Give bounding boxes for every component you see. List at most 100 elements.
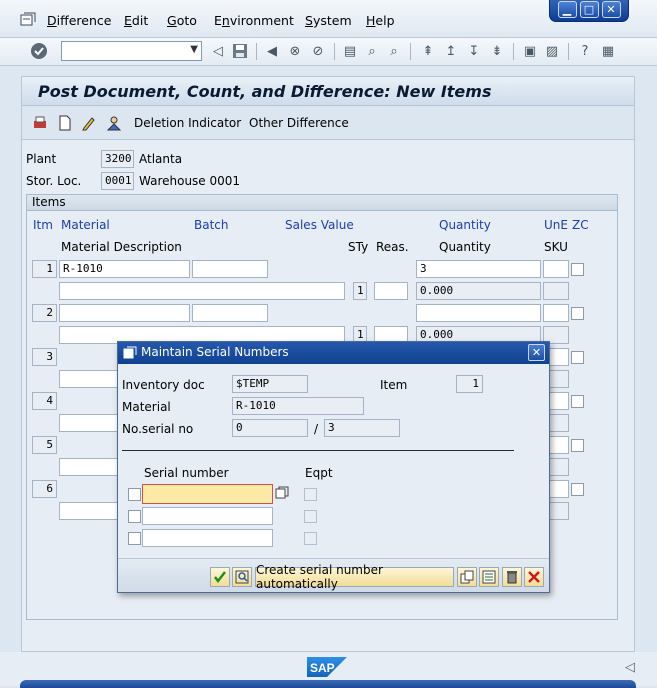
batch-input[interactable] <box>192 260 268 278</box>
item-number: 4 <box>32 392 57 410</box>
reason-input[interactable] <box>374 282 408 300</box>
zero-count-checkbox[interactable] <box>571 351 584 364</box>
material-input[interactable] <box>59 304 190 322</box>
save-icon[interactable] <box>232 43 248 59</box>
batch-input[interactable] <box>192 304 268 322</box>
minimize-icon[interactable]: ▁ <box>557 1 577 18</box>
user-icon[interactable] <box>106 115 122 131</box>
cancel-button[interactable] <box>524 567 544 587</box>
cancel-icon[interactable]: ⊘ <box>310 43 326 59</box>
dialog-separator <box>122 450 514 451</box>
material-label: Material <box>122 400 171 414</box>
copy-button[interactable] <box>457 567 477 587</box>
equipment-column: Eqpt <box>305 466 333 480</box>
menu-environment[interactable]: Environment <box>214 13 294 28</box>
maximize-icon[interactable]: □ <box>579 1 599 18</box>
new-document-icon[interactable] <box>57 115 73 131</box>
plant-field: 3200 <box>101 150 134 168</box>
menu-help[interactable]: Help <box>366 13 395 28</box>
create-session-icon[interactable]: ▣ <box>522 43 538 59</box>
zero-count-checkbox[interactable] <box>571 439 584 452</box>
material-description-field[interactable] <box>59 414 119 432</box>
inventory-doc-field: $TEMP <box>232 375 308 393</box>
col-sales-value: Sales Value <box>285 218 354 232</box>
last-page-icon[interactable]: ⇟ <box>489 43 505 59</box>
col-material: Material <box>61 218 110 232</box>
find-icon[interactable]: ⌕ <box>364 43 380 59</box>
sku-field <box>543 282 569 300</box>
create-serial-automatically-button[interactable]: Create serial number automatically <box>255 563 454 591</box>
serial-number-input[interactable] <box>142 484 273 504</box>
equipment-checkbox <box>304 532 317 545</box>
material-description-field[interactable] <box>59 458 119 476</box>
find-next-icon[interactable]: ⌕ <box>386 43 402 59</box>
first-page-icon[interactable]: ⇞ <box>420 43 436 59</box>
previous-page-icon[interactable]: ↥ <box>443 43 459 59</box>
menu-icon[interactable] <box>20 12 36 26</box>
details-button[interactable] <box>479 567 499 587</box>
no-serial-label: No.serial no <box>122 422 194 436</box>
menu-system[interactable]: System <box>305 13 352 28</box>
other-difference-button[interactable]: Other Difference <box>249 116 349 130</box>
window-controls: ▁ □ ✕ <box>549 0 629 22</box>
copy-icon <box>460 570 474 584</box>
material-description-field[interactable] <box>59 282 345 300</box>
serial-row-checkbox[interactable] <box>128 532 141 545</box>
col-sku: SKU <box>544 240 568 254</box>
material-description-field[interactable] <box>59 502 119 520</box>
back-icon[interactable]: ◀ <box>264 43 280 59</box>
application-toolbar: Deletion Indicator Other Difference <box>21 106 635 140</box>
shortcut-icon[interactable]: ▨ <box>544 43 560 59</box>
quantity-input[interactable] <box>416 304 541 322</box>
serial-row-checkbox[interactable] <box>128 488 141 501</box>
sap-logo-icon: SAP <box>307 657 347 677</box>
zero-count-checkbox[interactable] <box>571 307 584 320</box>
col-quantity: Quantity <box>439 218 491 232</box>
close-window-icon[interactable]: ✕ <box>601 1 621 18</box>
back-arrow-icon[interactable]: ◁ <box>210 43 226 59</box>
next-page-icon[interactable]: ↧ <box>466 43 482 59</box>
menu-edit[interactable]: Edit <box>124 13 148 28</box>
serial-number-input[interactable] <box>142 507 273 525</box>
col-une: UnE <box>544 218 568 232</box>
equipment-checkbox <box>304 510 317 523</box>
deletion-indicator-button[interactable]: Deletion Indicator <box>134 116 241 130</box>
search-button[interactable] <box>232 567 252 587</box>
quantity-sku-field: 0.000 <box>416 282 541 300</box>
exit-icon[interactable]: ⊗ <box>287 43 303 59</box>
menu-goto[interactable]: Goto <box>167 13 197 28</box>
dialog-title-bar: Maintain Serial Numbers ✕ <box>118 342 549 364</box>
dialog-footer: Create serial number automatically <box>118 558 549 592</box>
confirm-button[interactable] <box>210 567 230 587</box>
print-preview-icon[interactable] <box>32 115 48 131</box>
zero-count-checkbox[interactable] <box>571 395 584 408</box>
status-arrow-icon[interactable]: ◁ <box>625 660 635 675</box>
storage-location-field: 0001 <box>101 172 134 190</box>
unit-input[interactable] <box>543 304 569 322</box>
help-icon[interactable]: ? <box>577 43 593 59</box>
zero-count-checkbox[interactable] <box>571 483 584 496</box>
stock-type-field: 1 <box>353 282 367 300</box>
edit-pencil-icon[interactable] <box>81 115 97 131</box>
zero-count-checkbox[interactable] <box>571 263 584 276</box>
storage-location-name: Warehouse 0001 <box>139 174 241 188</box>
unit-input[interactable] <box>543 260 569 278</box>
enter-icon[interactable] <box>30 42 48 60</box>
layout-menu-icon[interactable]: ▦ <box>600 43 616 59</box>
serial-row-checkbox[interactable] <box>128 510 141 523</box>
no-serial-separator: / <box>314 422 319 436</box>
svg-text:SAP: SAP <box>310 661 335 675</box>
print-icon[interactable]: ▤ <box>342 43 358 59</box>
material-input[interactable]: R-1010 <box>59 260 190 278</box>
material-description-field[interactable] <box>59 370 119 388</box>
quantity-input[interactable]: 3 <box>416 260 541 278</box>
command-field[interactable]: ▼ <box>61 41 202 61</box>
search-icon <box>235 570 249 584</box>
close-icon[interactable]: ✕ <box>528 344 545 361</box>
delete-button[interactable] <box>502 567 522 587</box>
equipment-checkbox <box>304 488 317 501</box>
menu-difference[interactable]: Difference <box>47 13 111 28</box>
serial-number-input[interactable] <box>142 529 273 547</box>
chevron-down-icon[interactable]: ▼ <box>190 44 198 55</box>
value-help-icon[interactable] <box>275 486 289 500</box>
